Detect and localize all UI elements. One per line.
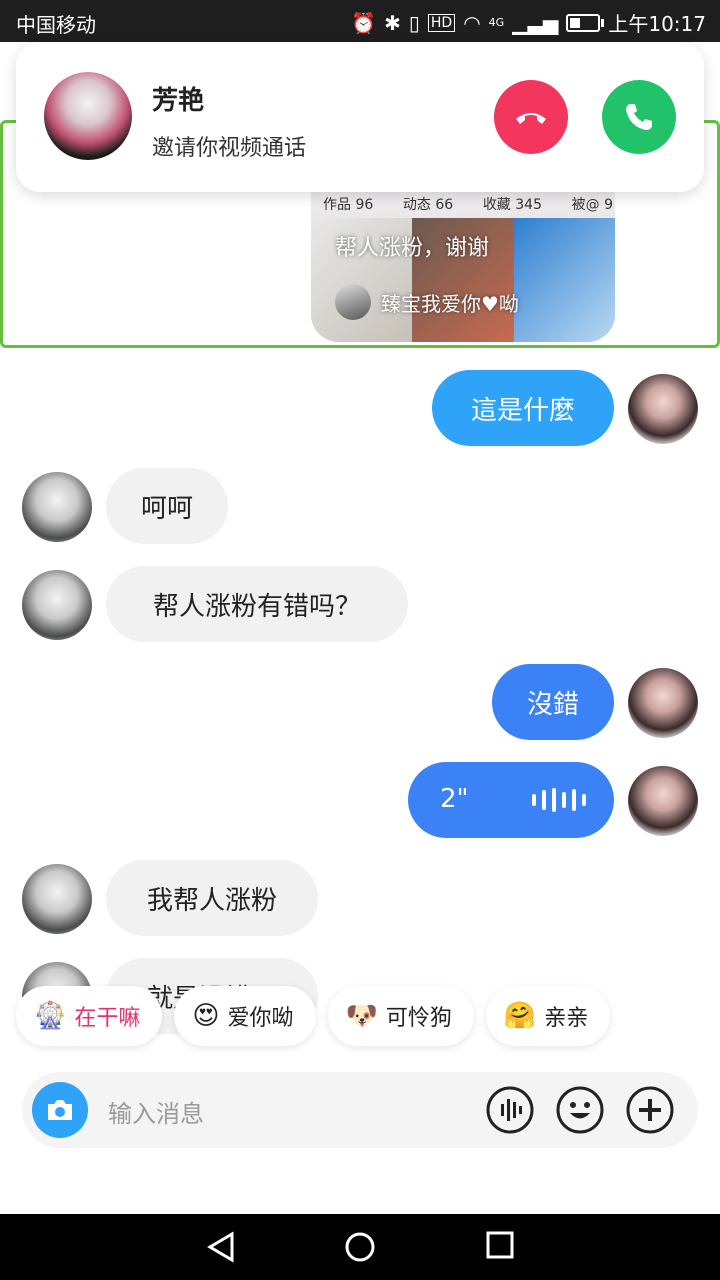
camera-icon (48, 1100, 72, 1120)
carrier-label: 中国移动 (16, 13, 96, 37)
wifi-icon: ◠ (463, 10, 481, 35)
message-text: 呵呵 (140, 493, 193, 524)
message-text: 沒錯 (526, 689, 579, 720)
home-icon[interactable] (344, 1231, 376, 1263)
clock: 上午10:17 (608, 12, 706, 36)
chip-emoji-icon: 🎡 (34, 1001, 67, 1031)
phone-hangup-icon (516, 113, 546, 124)
voice-wave-icon (532, 788, 586, 812)
decline-call-button[interactable] (494, 80, 568, 154)
quick-reply-chip[interactable]: 🤗 亲亲 (485, 986, 611, 1046)
card-author: 臻宝我爱你♥呦 (335, 284, 519, 320)
camera-button[interactable] (32, 1082, 88, 1138)
phone-icon (626, 104, 652, 130)
stat-posts: 动态 66 (402, 197, 454, 213)
message-bubble-outgoing[interactable]: 沒錯 (492, 664, 614, 740)
quick-reply-bar: 🎡 在干嘛 😍 爱你呦 🐶 可怜狗 🤗 亲亲 (16, 986, 611, 1046)
signal-icon: ▁▃▅ (512, 10, 559, 35)
avatar-contact[interactable] (22, 864, 92, 934)
avatar-self[interactable] (628, 374, 698, 444)
chip-label: 亲亲 (544, 1006, 589, 1031)
incoming-call-notification[interactable]: 芳艳 邀请你视频通话 (16, 42, 704, 192)
message-bubble-incoming[interactable]: 我帮人涨粉 (106, 860, 318, 936)
avatar-self[interactable] (628, 668, 698, 738)
accept-call-button[interactable] (602, 80, 676, 154)
avatar-self[interactable] (628, 766, 698, 836)
quick-reply-chip[interactable]: 🎡 在干嘛 (16, 986, 163, 1046)
thumbnail (513, 218, 615, 342)
stat-favorites: 收藏 345 (482, 197, 542, 213)
message-input-bar: 输入消息 (22, 1072, 698, 1148)
chip-label: 在干嘛 (74, 1006, 141, 1031)
status-icons: ⏰ ✱ ▯ HD ◠ 4G ▁▃▅ 上午10:17 (351, 8, 706, 37)
emoji-icon[interactable] (556, 1086, 604, 1134)
call-message: 邀请你视频通话 (152, 136, 307, 161)
card-author-name: 臻宝我爱你♥呦 (381, 291, 519, 316)
quick-reply-chip[interactable]: 😍 爱你呦 (174, 986, 316, 1046)
quick-reply-chip[interactable]: 🐶 可怜狗 (327, 986, 474, 1046)
message-text: 帮人涨粉有错吗？ (152, 591, 361, 622)
back-icon[interactable] (206, 1231, 236, 1263)
chip-emoji-icon: 😍 (192, 1001, 220, 1031)
hd-badge: HD (427, 13, 456, 32)
vibrate-icon: ▯ (408, 10, 420, 35)
card-stats: 作品 96 动态 66 收藏 345 被@ 9 (323, 194, 613, 214)
avatar-contact[interactable] (22, 472, 92, 542)
message-bubble-incoming[interactable]: 呵呵 (106, 468, 228, 544)
message-input[interactable]: 输入消息 (108, 1094, 204, 1129)
avatar-contact[interactable] (22, 570, 92, 640)
system-nav-bar (0, 1214, 720, 1280)
message-text: 我帮人涨粉 (146, 885, 277, 916)
stat-mentions: 被@ 9 (571, 197, 613, 213)
card-author-avatar (335, 284, 371, 320)
chip-emoji-icon: 🐶 (345, 1001, 378, 1031)
message-text: 這是什麼 (470, 395, 575, 426)
message-bubble-outgoing[interactable]: 這是什麼 (432, 370, 614, 446)
voice-duration: 2" (440, 784, 469, 814)
plus-icon[interactable] (626, 1086, 674, 1134)
network-label: 4G (488, 16, 505, 29)
recent-apps-icon[interactable] (486, 1231, 514, 1259)
caller-name: 芳艳 (152, 86, 205, 116)
chip-emoji-icon: 🤗 (503, 1001, 537, 1031)
card-caption: 帮人涨粉，谢谢 (335, 236, 490, 261)
caller-avatar (44, 72, 132, 160)
message-bubble-incoming[interactable]: 帮人涨粉有错吗？ (106, 566, 408, 642)
voice-input-icon[interactable] (486, 1086, 534, 1134)
chat-area[interactable]: 作品 96 动态 66 收藏 345 被@ 9 帮人涨粉，谢谢 臻宝我爱你♥呦 … (0, 42, 720, 1214)
battery-icon (566, 13, 605, 32)
status-bar: 中国移动 ⏰ ✱ ▯ HD ◠ 4G ▁▃▅ 上午10:17 (0, 0, 720, 42)
chip-label: 爱你呦 (227, 1006, 294, 1031)
alarm-icon: ⏰ (351, 10, 377, 35)
chip-label: 可怜狗 (385, 1006, 452, 1031)
bluetooth-icon: ✱ (384, 10, 401, 35)
stat-works: 作品 96 (323, 197, 374, 213)
voice-message-bubble[interactable]: 2" (408, 762, 614, 838)
